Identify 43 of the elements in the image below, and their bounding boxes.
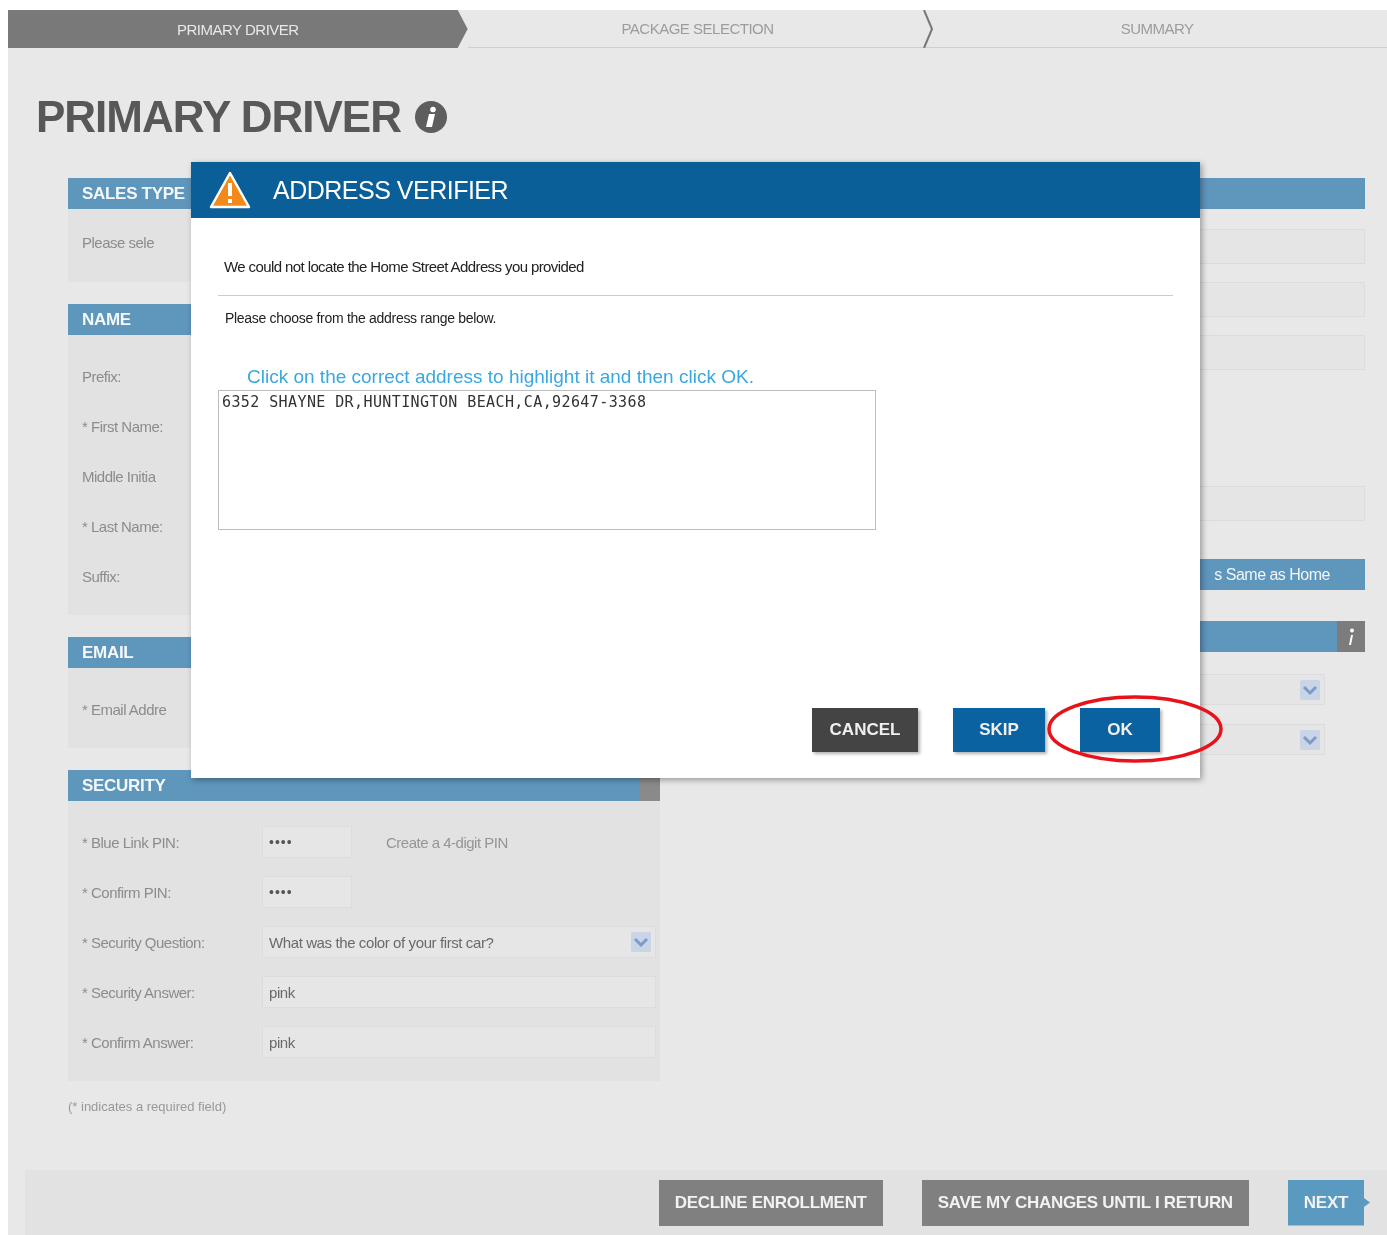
dialog-title: ADDRESS VERIFIER xyxy=(273,175,509,205)
pin-field[interactable]: •••• xyxy=(262,876,352,908)
dropdown-chevron-icon[interactable] xyxy=(1300,679,1320,700)
dropdown-value: What was the color of your first car? xyxy=(269,933,494,951)
info-tab[interactable] xyxy=(1337,621,1365,652)
address-option[interactable]: 6352 SHAYNE DR,HUNTINGTON BEACH,CA,92647-3368 xyxy=(222,393,872,411)
section-title: SECURITY xyxy=(82,775,166,796)
field-label: * Email Addre xyxy=(82,700,168,718)
field-label: Please sele xyxy=(82,233,156,251)
dialog-button[interactable]: SKIP xyxy=(953,708,1045,752)
field-label: Suffix: xyxy=(82,567,121,585)
info-icon[interactable] xyxy=(414,101,447,133)
address-list[interactable]: 6352 SHAYNE DR,HUNTINGTON BEACH,CA,92647-3368 xyxy=(218,390,876,530)
section-title: SALES TYPE xyxy=(82,183,185,204)
field-label: * Security Answer: xyxy=(82,983,196,1001)
required-note: (* indicates a required field) xyxy=(68,1099,228,1114)
dropdown-chevron-icon[interactable] xyxy=(1300,729,1320,750)
section-title: EMAIL xyxy=(82,642,134,663)
page-title: PRIMARY DRIVER xyxy=(36,92,401,142)
dialog-button[interactable]: OK xyxy=(1080,708,1160,752)
info-icon[interactable] xyxy=(1347,627,1355,646)
field-label: * First Name: xyxy=(82,417,164,435)
section-title: NAME xyxy=(82,309,131,330)
field-label: * Blue Link PIN: xyxy=(82,833,181,851)
dialog-button[interactable]: CANCEL xyxy=(812,708,918,752)
dropdown-chevron-icon[interactable] xyxy=(631,932,651,952)
dialog-message: We could not locate the Home Street Address you provided xyxy=(224,258,585,275)
field-label: Middle Initia xyxy=(82,467,157,485)
warning-icon xyxy=(209,171,251,209)
footer-button[interactable]: DECLINE ENROLLMENT xyxy=(658,1179,883,1226)
input-field[interactable]: pink xyxy=(262,1026,656,1058)
input-field[interactable]: pink xyxy=(262,976,656,1008)
pin-field[interactable]: •••• xyxy=(262,826,352,858)
chevron-divider-icon xyxy=(923,10,934,48)
footer-button[interactable]: SAVE MY CHANGES UNTIL I RETURN xyxy=(921,1179,1249,1226)
dropdown-field[interactable]: What was the color of your first car? xyxy=(262,926,656,958)
field-label: * Security Question: xyxy=(82,933,206,951)
dialog-hint: Click on the correct address to highlight it and then click OK. xyxy=(247,366,755,388)
dialog-instruction: Please choose from the address range below. xyxy=(225,310,498,326)
field-hint: Create a 4-digit PIN xyxy=(386,833,508,851)
field-label: * Last Name: xyxy=(82,517,164,535)
field-label: * Confirm PIN: xyxy=(82,883,172,901)
field-label: * Confirm Answer: xyxy=(82,1033,195,1051)
